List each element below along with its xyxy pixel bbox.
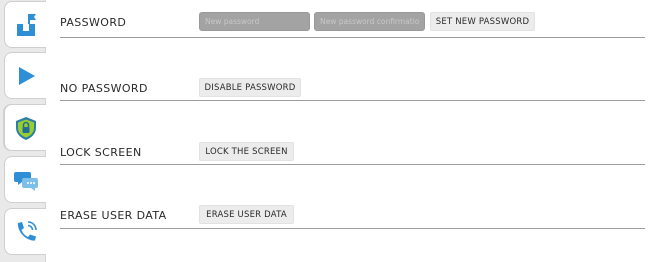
set-new-password-button[interactable]: SET NEW PASSWORD — [430, 12, 535, 31]
sidebar-item-play[interactable] — [4, 52, 46, 99]
play-icon — [18, 66, 35, 85]
no-password-label: NO PASSWORD — [60, 82, 148, 95]
shield-lock-icon — [15, 116, 36, 140]
lock-the-screen-button[interactable]: LOCK THE SCREEN — [199, 142, 294, 161]
sidebar-item-install[interactable] — [4, 1, 46, 48]
erase-user-data-row: ERASE USER DATA ERASE USER DATA — [60, 165, 645, 229]
no-password-row: NO PASSWORD DISABLE PASSWORD — [60, 38, 645, 101]
sidebar-item-calls[interactable] — [4, 208, 46, 255]
password-label: PASSWORD — [60, 16, 127, 29]
erase-user-data-button[interactable]: ERASE USER DATA — [199, 205, 294, 224]
lock-screen-label: LOCK SCREEN — [60, 146, 142, 159]
app-install-icon — [16, 13, 36, 36]
new-password-input[interactable] — [199, 12, 310, 31]
phone-call-icon — [17, 220, 37, 241]
erase-user-data-label: ERASE USER DATA — [60, 209, 167, 222]
chat-bubbles-icon — [13, 171, 38, 191]
new-password-confirmation-input[interactable] — [314, 12, 425, 31]
lock-screen-row: LOCK SCREEN LOCK THE SCREEN — [60, 101, 645, 165]
disable-password-button[interactable]: DISABLE PASSWORD — [199, 78, 301, 97]
sidebar-item-messages[interactable] — [4, 156, 46, 203]
sidebar-item-security[interactable] — [4, 104, 46, 151]
password-row: PASSWORD SET NEW PASSWORD — [60, 0, 645, 38]
sidebar — [0, 0, 46, 262]
